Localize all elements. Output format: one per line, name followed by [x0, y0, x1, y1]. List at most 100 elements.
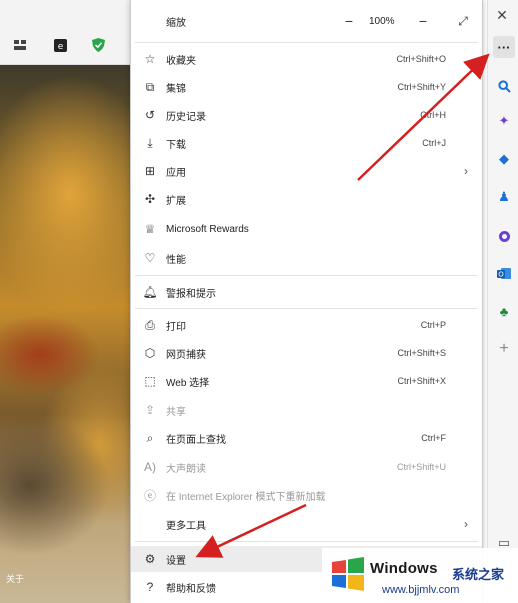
read-aloud-icon: A) — [144, 460, 156, 474]
share-icon: ⇪ — [144, 403, 156, 417]
menu-item-shortcut: Ctrl+Shift+O — [396, 54, 446, 64]
menu-item-shortcut: Ctrl+Shift+S — [397, 348, 446, 358]
menu-item-label: 大声朗读 — [166, 463, 206, 475]
settings-and-more-button[interactable]: ··· — [493, 36, 515, 58]
find-icon: ⌕ — [146, 430, 154, 445]
ie-icon: ⓔ — [143, 488, 156, 503]
menu-item-performance[interactable]: ♡ 性能 — [131, 245, 482, 271]
star-list-icon: ☆ — [144, 52, 156, 66]
collections-icon: ⧉ — [145, 79, 155, 94]
menu-item-shortcut: Ctrl+Shift+U — [396, 462, 446, 472]
search-icon[interactable] — [493, 75, 515, 97]
menu-item-collections[interactable]: ⧉ 集锦 Ctrl+Shift+Y — [131, 74, 482, 100]
zoom-row: 缩放 − 100% − ⤢ — [131, 0, 482, 42]
collections-icon[interactable] — [12, 37, 28, 53]
browser-toolbar: e — [0, 0, 130, 65]
close-icon[interactable]: ✕ — [491, 4, 513, 26]
separator — [135, 541, 478, 542]
printer-icon: ⎙ — [145, 317, 155, 332]
menu-item-favorites[interactable]: ☆ 收藏夹 Ctrl+Shift+O — [131, 46, 482, 72]
menu-item-label: 设置 — [166, 555, 186, 567]
menu-item-shortcut: Ctrl+P — [420, 320, 446, 330]
watermark-url: www.bjjmlv.com — [382, 584, 460, 596]
menu-item-label: 在页面上查找 — [166, 434, 226, 446]
menu-item-web-select[interactable]: ⬚ Web 选择 Ctrl+Shift+X — [131, 368, 482, 394]
menu-item-label: 收藏夹 — [166, 55, 196, 67]
games-icon[interactable]: ♟ — [493, 186, 515, 208]
fullscreen-icon[interactable]: ⤢ — [453, 11, 473, 31]
watermark-title: Windows — [370, 560, 438, 577]
menu-item-label: 历史记录 — [166, 111, 206, 123]
download-icon: ⤓ — [147, 135, 153, 150]
zoom-out-button[interactable]: − — [339, 11, 359, 31]
svg-text:O: O — [498, 270, 504, 278]
menu-item-apps[interactable]: ⊞ 应用 › — [131, 158, 482, 184]
chevron-right-icon: › — [464, 517, 468, 531]
menu-item-web-capture[interactable]: ⬡ 网页捕获 Ctrl+Shift+S — [131, 340, 482, 366]
menu-item-downloads[interactable]: ⤓ 下载 Ctrl+J — [131, 130, 482, 156]
puzzle-icon: ✣ — [144, 192, 156, 206]
menu-item-label: Microsoft Rewards — [166, 223, 249, 235]
painting-caption: 关于 — [6, 574, 25, 584]
windows-logo-icon — [332, 557, 364, 591]
menu-item-history[interactable]: ↺ 历史记录 Ctrl+H — [131, 102, 482, 128]
tag-icon[interactable]: ◆ — [493, 148, 515, 170]
select-icon: ⬚ — [144, 374, 156, 388]
menu-item-shortcut: Ctrl+J — [422, 138, 446, 148]
menu-item-label: 警报和提示 — [166, 288, 216, 300]
zoom-in-button[interactable]: − — [413, 11, 433, 31]
menu-item-label: 性能 — [166, 254, 186, 266]
settings-and-more-menu: 缩放 − 100% − ⤢ ☆ 收藏夹 Ctrl+Shift+O ⧉ 集锦 Ct… — [130, 0, 483, 603]
watermark: Windows 系统之家 www.bjjmlv.com — [322, 548, 518, 603]
chevron-right-icon: › — [464, 164, 468, 178]
menu-item-shortcut: Ctrl+Shift+X — [397, 376, 446, 386]
bell-icon: 🔔︎ — [142, 285, 158, 299]
watermark-site: 系统之家 — [452, 567, 505, 582]
menu-item-label: 应用 — [166, 167, 186, 179]
menu-item-label: 打印 — [166, 321, 186, 333]
menu-item-label: 网页捕获 — [166, 349, 206, 361]
apps-icon: ⊞ — [144, 164, 156, 178]
menu-item-shortcut: Ctrl+F — [421, 433, 446, 443]
separator — [135, 308, 478, 309]
svg-text:e: e — [57, 42, 63, 52]
menu-item-extensions[interactable]: ✣ 扩展 — [131, 186, 482, 212]
capture-icon: ⬡ — [144, 346, 156, 360]
add-icon[interactable]: + — [493, 338, 515, 360]
menu-item-share: ⇪ 共享 — [131, 397, 482, 423]
background-painting — [0, 65, 130, 603]
menu-item-ie-mode: ⓔ 在 Internet Explorer 模式下重新加载 — [131, 482, 482, 508]
tree-icon[interactable]: ♣ — [493, 300, 515, 322]
separator — [135, 275, 478, 276]
zoom-value: 100% — [369, 15, 395, 27]
zoom-label: 缩放 — [166, 17, 186, 29]
menu-item-label: 帮助和反馈 — [166, 583, 216, 595]
menu-item-alerts[interactable]: 🔔︎ 警报和提示 — [131, 279, 482, 305]
menu-item-more-tools[interactable]: 更多工具 › — [131, 511, 482, 537]
menu-item-rewards[interactable]: ♕ Microsoft Rewards — [131, 216, 482, 242]
menu-item-shortcut: Ctrl+H — [420, 110, 446, 120]
menu-item-label: Web 选择 — [166, 377, 210, 389]
heart-pulse-icon: ♡ — [144, 251, 156, 265]
menu-item-label: 在 Internet Explorer 模式下重新加载 — [166, 491, 326, 503]
menu-item-shortcut: Ctrl+Shift+Y — [397, 82, 446, 92]
help-icon: ? — [146, 580, 154, 594]
sparkle-icon[interactable]: ✦ — [493, 110, 515, 132]
extension-e-icon[interactable]: e — [52, 37, 68, 53]
menu-item-label: 下载 — [166, 139, 186, 151]
menu-item-label: 扩展 — [166, 195, 186, 207]
menu-item-find[interactable]: ⌕ 在页面上查找 Ctrl+F — [131, 425, 482, 451]
separator — [135, 42, 478, 43]
menu-item-print[interactable]: ⎙ 打印 Ctrl+P — [131, 312, 482, 338]
menu-item-label: 集锦 — [166, 83, 186, 95]
right-sidebar: ··· ✦ ◆ ♟ O ♣ + ▭ — [487, 0, 518, 603]
trophy-icon: ♕ — [144, 222, 156, 236]
outlook-icon[interactable]: O — [493, 262, 515, 284]
menu-item-label: 更多工具 — [166, 520, 206, 532]
gear-icon: ⚙ — [144, 552, 156, 566]
shield-icon[interactable] — [90, 37, 106, 53]
history-icon: ↺ — [144, 108, 156, 122]
menu-item-label: 共享 — [166, 406, 186, 418]
office-icon[interactable] — [493, 225, 515, 247]
menu-item-read-aloud: A) 大声朗读 Ctrl+Shift+U — [131, 454, 482, 480]
